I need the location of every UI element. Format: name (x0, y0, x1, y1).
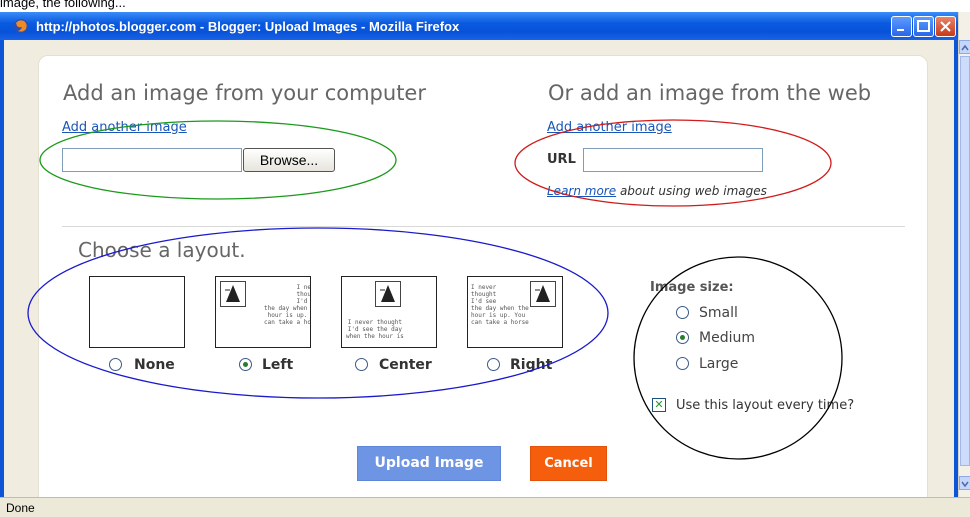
size-radio-medium[interactable] (676, 331, 689, 344)
window-frame-left (0, 40, 4, 500)
close-button[interactable] (935, 16, 956, 37)
use-layout-label: Use this layout every time? (676, 398, 855, 413)
layout-label-none: None (134, 357, 175, 373)
window-title: http://photos.blogger.com - Blogger: Upl… (36, 19, 460, 34)
layout-thumb-none[interactable] (89, 276, 185, 348)
scroll-up-button[interactable] (959, 40, 970, 54)
scroll-thumb[interactable] (960, 56, 970, 466)
layout-label-right: Right (510, 357, 553, 373)
learn-more-text: Learn more about using web images (547, 184, 767, 198)
top-strip: image, the following... (0, 0, 970, 12)
file-path-input[interactable] (62, 148, 242, 172)
layout-heading: Choose a layout. (78, 238, 246, 262)
status-text: Done (6, 501, 35, 515)
layout-thumb-center[interactable]: I never thought I'd see the day when the… (341, 276, 437, 348)
scroll-down-button[interactable] (959, 476, 970, 490)
browse-button[interactable]: Browse... (243, 148, 335, 172)
window-titlebar: http://photos.blogger.com - Blogger: Upl… (0, 12, 958, 40)
use-layout-checkbox[interactable]: ✕ (652, 398, 666, 412)
size-radio-small[interactable] (676, 306, 689, 319)
section-divider (62, 226, 905, 227)
close-icon (940, 21, 951, 32)
add-another-image-link-web[interactable]: Add another image (547, 120, 672, 135)
layout-label-left: Left (262, 357, 294, 373)
minimize-icon (897, 29, 904, 31)
layout-radio-none[interactable] (109, 358, 122, 371)
size-label-medium: Medium (699, 330, 755, 346)
firefox-icon (14, 19, 28, 33)
layout-radio-right[interactable] (487, 358, 500, 371)
layout-thumb-left[interactable]: I never thought I'd see the day when the… (215, 276, 311, 348)
cancel-button[interactable]: Cancel (530, 446, 607, 481)
url-input[interactable] (583, 148, 763, 172)
upload-image-button[interactable]: Upload Image (357, 446, 501, 481)
layout-radio-center[interactable] (355, 358, 368, 371)
computer-upload-heading: Add an image from your computer (63, 81, 426, 105)
learn-more-link[interactable]: Learn more (547, 184, 616, 198)
minimize-button[interactable] (891, 16, 912, 37)
layout-thumb-right[interactable]: I never thought I'd see the day when the… (467, 276, 563, 348)
tree-icon (375, 281, 401, 307)
chevron-up-icon (961, 44, 969, 51)
web-upload-heading: Or add an image from the web (548, 81, 872, 105)
chevron-down-icon (961, 481, 969, 488)
size-label-small: Small (699, 305, 738, 321)
image-size-heading: Image size: (650, 280, 734, 295)
tree-icon (530, 281, 556, 307)
size-radio-large[interactable] (676, 357, 689, 370)
url-label: URL (547, 152, 576, 167)
vertical-scrollbar[interactable] (958, 12, 970, 497)
tree-icon (220, 281, 246, 307)
status-bar: Done (0, 497, 970, 517)
maximize-button[interactable] (913, 16, 934, 37)
learn-more-suffix: about using web images (616, 184, 767, 198)
top-strip-text: image, the following... (0, 0, 126, 10)
layout-radio-left[interactable] (239, 358, 252, 371)
layout-label-center: Center (379, 357, 432, 373)
maximize-icon (917, 20, 930, 32)
layout-sample-text-left: I never thought I'd see the day when the… (264, 284, 311, 326)
layout-sample-text-right: I never thought I'd see the day when the… (471, 284, 529, 326)
size-label-large: Large (699, 356, 739, 372)
layout-sample-text-center: I never thought I'd see the day when the… (346, 319, 404, 340)
add-another-image-link-computer[interactable]: Add another image (62, 120, 187, 135)
